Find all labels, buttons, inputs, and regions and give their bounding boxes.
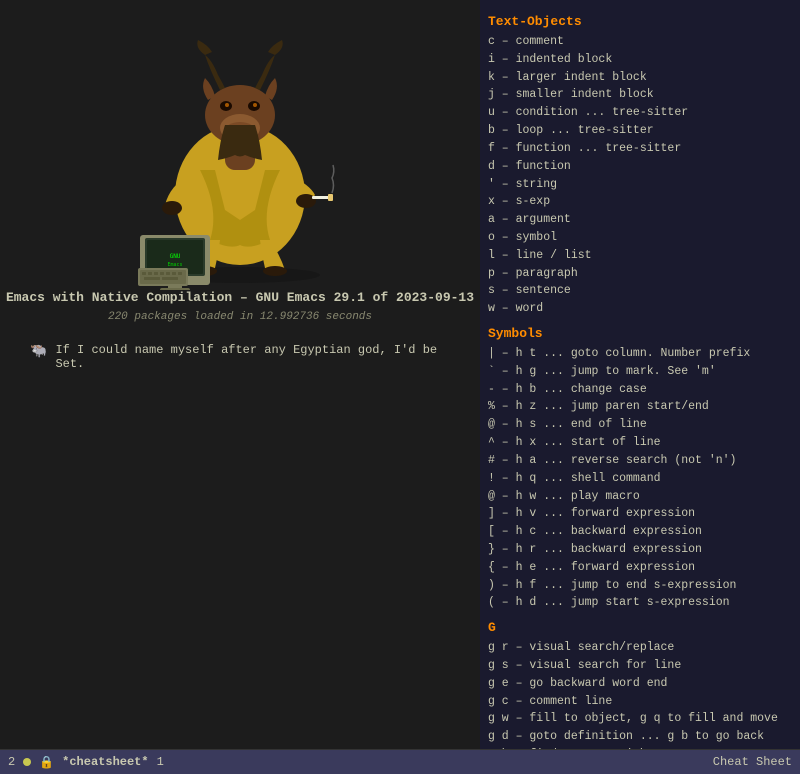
status-number: 2 — [8, 755, 15, 769]
cheat-item: - – h b ... change case — [488, 381, 792, 399]
gnu-icon: 🐃 — [30, 343, 47, 360]
cheat-item: f – function ... tree-sitter — [488, 140, 792, 158]
cheat-item: [ – h c ... backward expression — [488, 523, 792, 541]
cheat-item: b – loop ... tree-sitter — [488, 122, 792, 140]
cheat-item: ` – h g ... jump to mark. See 'm' — [488, 363, 792, 381]
quote-line: 🐃 If I could name myself after any Egypt… — [0, 343, 480, 371]
cheat-item: g w – fill to object, g q to fill and mo… — [488, 710, 792, 728]
cheat-item: g r – visual search/replace — [488, 639, 792, 657]
cheat-item: } – h r ... backward expression — [488, 541, 792, 559]
cheat-item: k – larger indent block — [488, 69, 792, 87]
cheat-item: i – indented block — [488, 51, 792, 69]
cheat-item: o – symbol — [488, 229, 792, 247]
section-title: Text-Objects — [488, 14, 792, 29]
cheat-item: g d – goto definition ... g b to go back — [488, 728, 792, 746]
status-dot — [23, 758, 31, 766]
cheat-item: s – sentence — [488, 282, 792, 300]
cheat-item: g e – go backward word end — [488, 675, 792, 693]
cheat-item: g c – comment line — [488, 693, 792, 711]
cheat-item: % – h z ... jump paren start/end — [488, 398, 792, 416]
svg-text:GNU: GNU — [170, 253, 181, 260]
status-lock: 🔒 — [39, 755, 54, 770]
emacs-title: Emacs with Native Compilation – GNU Emac… — [6, 290, 474, 305]
cheat-item: x – s-exp — [488, 193, 792, 211]
cheat-item: c – comment — [488, 33, 792, 51]
cheat-item: ] – h v ... forward expression — [488, 505, 792, 523]
cheat-item: { – h e ... forward expression — [488, 559, 792, 577]
cheat-item: ^ – h x ... start of line — [488, 434, 792, 452]
cheat-item: u – condition ... tree-sitter — [488, 104, 792, 122]
cheat-item: @ – h w ... play macro — [488, 488, 792, 506]
cheat-item: ! – h q ... shell command — [488, 470, 792, 488]
svg-text:Emacs: Emacs — [167, 262, 182, 268]
cheat-item: w – word — [488, 300, 792, 318]
cheat-item: g s – visual search for line — [488, 657, 792, 675]
left-panel: GNU Emacs Emacs with Native Compilation … — [0, 0, 480, 749]
packages-info: 220 packages loaded in 12.992736 seconds — [108, 311, 372, 323]
status-bar: 2 🔒 *cheatsheet* 1 Cheat Sheet — [0, 750, 800, 774]
cheat-item: ' – string — [488, 176, 792, 194]
cheat-item: p – paragraph — [488, 265, 792, 283]
section-title: Symbols — [488, 326, 792, 341]
status-filename: *cheatsheet* — [62, 755, 148, 769]
cheat-item: ( – h d ... jump start s-expression — [488, 594, 792, 612]
cheat-item: # – h a ... reverse search (not 'n') — [488, 452, 792, 470]
cheat-item: a – argument — [488, 211, 792, 229]
status-filenum: 1 — [157, 755, 164, 769]
cheat-item: d – function — [488, 158, 792, 176]
quote-text: If I could name myself after any Egyptia… — [55, 343, 450, 371]
section-title: G — [488, 620, 792, 635]
status-right-label: Cheat Sheet — [713, 755, 792, 769]
right-panel: Text-Objects c – commenti – indented bloc… — [480, 0, 800, 749]
cheat-item: @ – h s ... end of line — [488, 416, 792, 434]
cheat-item: j – smaller indent block — [488, 86, 792, 104]
cheat-item: ) – h f ... jump to end s-expression — [488, 577, 792, 595]
gnu-mascot: GNU Emacs — [100, 10, 380, 290]
cheat-item: l – line / list — [488, 247, 792, 265]
cheat-item: | – h t ... goto column. Number prefix — [488, 345, 792, 363]
